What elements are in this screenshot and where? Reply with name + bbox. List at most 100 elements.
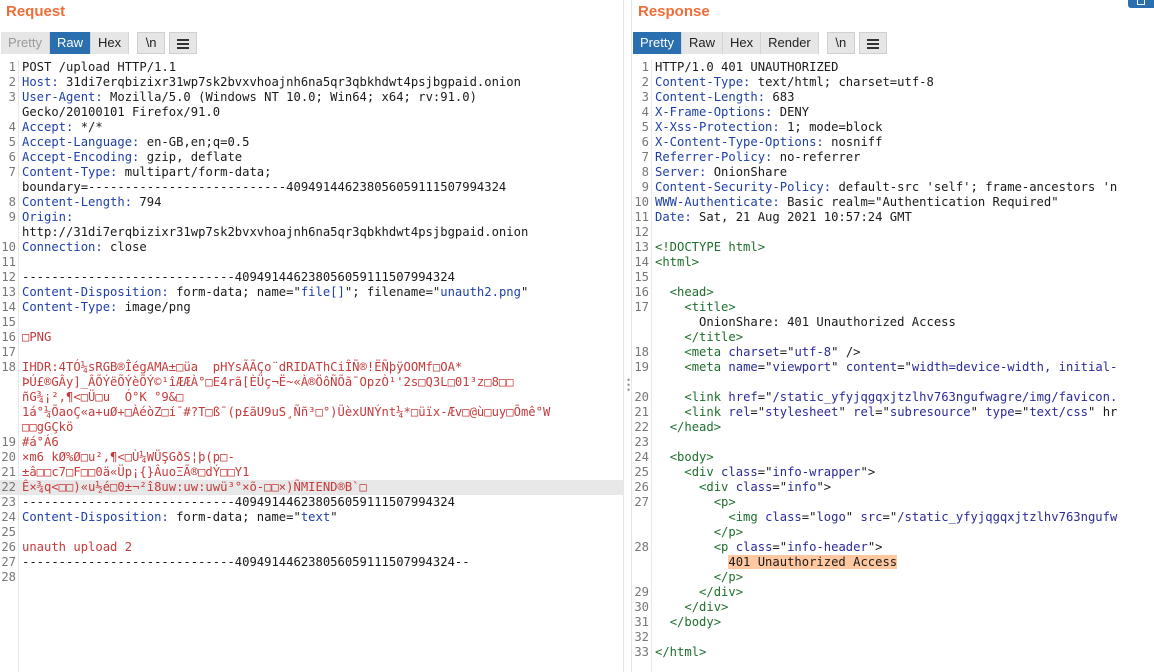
tab-hex[interactable]: Hex: [722, 32, 762, 54]
line-number: 15: [634, 270, 649, 284]
code-line: 6 Accept-Encoding: gzip, deflate: [0, 150, 623, 165]
line-content: Gecko/20100101 Firefox/91.0: [22, 105, 220, 120]
token-k: Date:: [655, 210, 692, 224]
token-k: X-Xss-Protection:: [655, 120, 780, 134]
line-number: 9: [641, 180, 649, 194]
response-pane: Response Pretty Raw Hex Render \n 1 HTTP/…: [632, 0, 1154, 672]
code-line: 14 Content-Type: image/png: [0, 300, 623, 315]
line-number: 2: [8, 75, 16, 89]
token-g: <link: [684, 390, 729, 404]
token-eq: =": [772, 540, 788, 554]
line-number: 12: [634, 225, 649, 239]
code-line: 5 X-Xss-Protection: 1; mode=block: [632, 120, 1154, 135]
code-line: ÞÚ£®GÂy]_ÂÕÝëÕÝèÕÝ©¹îÆÆÀ°□E4rã[ÈÜç¬Ë~«À®…: [0, 375, 623, 390]
line-content: </div>: [655, 585, 743, 600]
token-v: /static_yfyjqgqxjtzlhv763ngufwagre/img/f…: [772, 390, 1118, 404]
line-content: X-Xss-Protection: 1; mode=block: [655, 120, 882, 135]
tab-raw[interactable]: Raw: [49, 32, 91, 54]
code-line: Gecko/20100101 Firefox/91.0: [0, 105, 623, 120]
token-g: <p>: [713, 495, 736, 509]
line-content: <body>: [655, 450, 714, 465]
line-number: 29: [634, 585, 649, 599]
code-line: 15: [0, 315, 623, 330]
line-content: Accept-Language: en-GB,en;q=0.5: [22, 135, 249, 150]
token-mid: ": [845, 510, 861, 524]
token-v: info-header: [787, 540, 868, 554]
line-number: 15: [1, 315, 16, 329]
token-mid: ": [831, 360, 846, 374]
line-content: <meta name="viewport" content="width=dev…: [655, 360, 1117, 375]
token-t: HTTP/1.0 401 UNAUTHORIZED: [655, 60, 839, 74]
menu-button[interactable]: [858, 32, 887, 54]
line-content: <p class="info-header">: [655, 540, 883, 555]
token-t3: ": [520, 285, 529, 299]
token-r: unauth upload 2: [22, 540, 133, 554]
tab-pretty[interactable]: Pretty: [633, 32, 682, 54]
token-a: class: [735, 540, 773, 554]
tab-raw[interactable]: Raw: [681, 32, 723, 54]
line-content: Content-Security-Policy: default-src 'se…: [655, 180, 1117, 195]
line-content: <!DOCTYPE html>: [655, 240, 765, 255]
code-line: 12: [632, 225, 1154, 240]
code-line: 26 <div class="info">: [632, 480, 1154, 495]
line-content: -----------------------------40949144623…: [22, 270, 455, 285]
token-t: no-referrer: [772, 150, 861, 164]
tab-render[interactable]: Render: [761, 32, 819, 54]
line-number: 4: [8, 120, 16, 134]
token-v: viewport: [772, 360, 832, 374]
line-number: 6: [8, 150, 16, 164]
line-content: </title>: [655, 330, 743, 345]
line-number: 4: [641, 105, 649, 119]
line-number: 7: [641, 150, 649, 164]
token-k: Content-Type:: [22, 165, 118, 179]
code-line: 14 <html>: [632, 255, 1154, 270]
line-number: 31: [634, 615, 649, 629]
code-line: 19 #á°Á6: [0, 435, 623, 450]
token-k: Content-Security-Policy:: [655, 180, 832, 194]
tab-pretty[interactable]: Pretty: [1, 32, 50, 54]
layout-icon[interactable]: [1128, 0, 1154, 8]
token-k: User-Agent:: [22, 90, 103, 104]
tab-hex[interactable]: Hex: [90, 32, 130, 54]
token-t: -----------------------------40949144623…: [22, 495, 455, 509]
token-r: □PNG: [22, 330, 52, 344]
newline-toggle-button[interactable]: \n: [137, 32, 166, 54]
line-content: </html>: [655, 645, 706, 660]
code-line: 10 Connection: close: [0, 240, 623, 255]
newline-toggle-button[interactable]: \n: [826, 32, 855, 54]
line-content: Referrer-Policy: no-referrer: [655, 150, 860, 165]
token-g: </div>: [699, 585, 744, 599]
line-number: 8: [641, 165, 649, 179]
response-editor[interactable]: 1 HTTP/1.0 401 UNAUTHORIZED 2 Content-Type:…: [632, 60, 1154, 672]
pane-divider[interactable]: • • •: [623, 0, 632, 672]
code-line: 17: [0, 345, 623, 360]
token-t: */*: [73, 120, 103, 134]
token-t: form-data; name=": [168, 510, 301, 524]
token-mk: 401 Unauthorized Access: [728, 555, 898, 569]
menu-button[interactable]: [169, 32, 198, 54]
line-content: <title>: [655, 300, 735, 315]
line-number: 17: [634, 300, 649, 314]
line-number: 22: [1, 480, 16, 494]
token-t: Sat, 21 Aug 2021 10:57:24 GMT: [691, 210, 912, 224]
token-eq3: =": [1014, 405, 1030, 419]
code-line: 11: [0, 255, 623, 270]
line-number: 21: [1, 465, 16, 479]
code-line: http://31di7erqbizixr31wp7sk2bvxvhoajnh6…: [0, 225, 623, 240]
line-number: 32: [634, 630, 649, 644]
request-editor[interactable]: 1 POST /upload HTTP/1.1 2 Host: 31di7erqbiz…: [0, 60, 623, 672]
line-content: Connection: close: [22, 240, 147, 255]
code-line: 32: [632, 630, 1154, 645]
hamburger-menu-icon: [177, 38, 190, 49]
code-line: 7 Content-Type: multipart/form-data;: [0, 165, 623, 180]
code-line: 401 Unauthorized Access: [632, 555, 1154, 570]
token-k: Content-Length:: [655, 90, 766, 104]
